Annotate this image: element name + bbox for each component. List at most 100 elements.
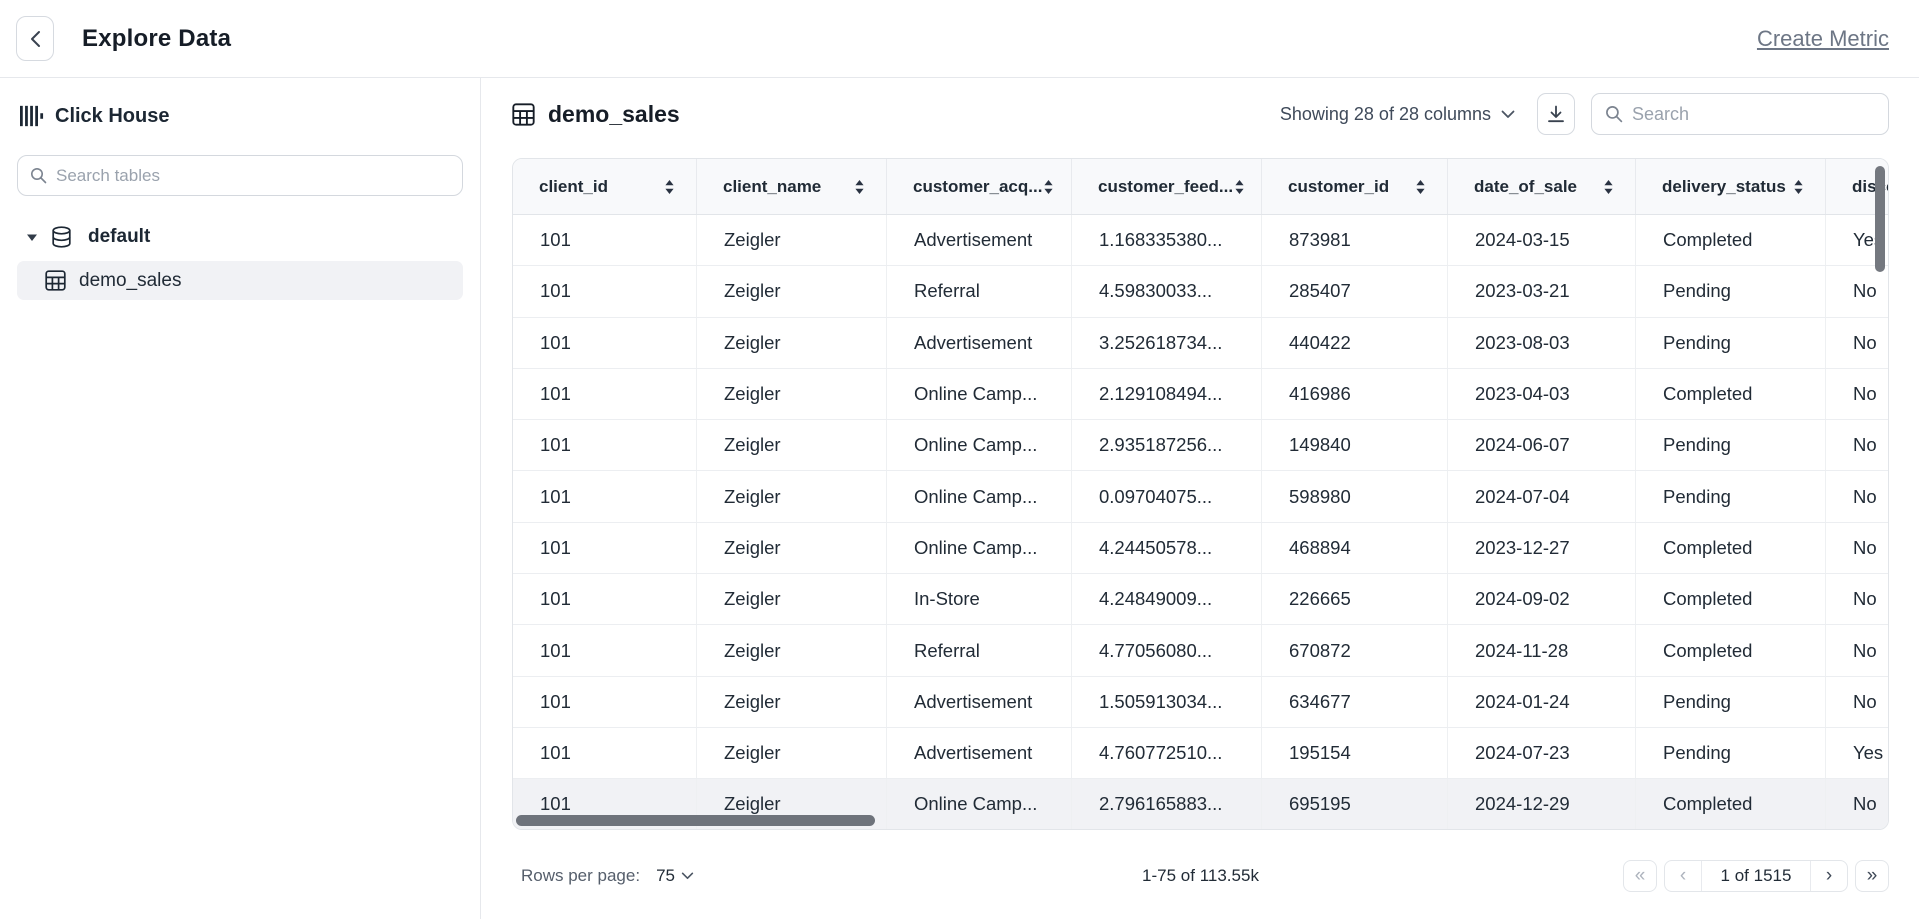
column-header[interactable]: delivery_status xyxy=(1636,159,1826,214)
table-cell: Pending xyxy=(1636,677,1826,727)
sidebar-search-box[interactable] xyxy=(17,155,463,196)
table-row[interactable]: 101ZeiglerOnline Camp...0.09704075...598… xyxy=(513,471,1889,522)
table-row[interactable]: 101ZeiglerOnline Camp...2.129108494...41… xyxy=(513,369,1889,420)
table-search-input[interactable] xyxy=(1632,104,1875,125)
table-cell: 101 xyxy=(513,471,697,521)
next-page-button[interactable]: › xyxy=(1811,861,1847,891)
table-cell: 149840 xyxy=(1262,420,1448,470)
table-cell: Online Camp... xyxy=(887,471,1072,521)
table-cell: 4.59830033... xyxy=(1072,266,1262,316)
table-cell: Zeigler xyxy=(697,266,887,316)
table-row[interactable]: 101ZeiglerAdvertisement1.168335380...873… xyxy=(513,215,1889,266)
sort-icon xyxy=(1042,179,1055,195)
table-search-box[interactable] xyxy=(1591,93,1889,135)
sidebar-search-input[interactable] xyxy=(56,166,450,186)
table-cell: 101 xyxy=(513,625,697,675)
download-icon xyxy=(1546,104,1566,124)
table-body: 101ZeiglerAdvertisement1.168335380...873… xyxy=(513,215,1888,830)
column-header-label: client_name xyxy=(723,177,821,197)
column-header[interactable]: client_name xyxy=(697,159,887,214)
table-cell: 670872 xyxy=(1262,625,1448,675)
column-header[interactable]: client_id xyxy=(513,159,697,214)
table-cell: 2023-03-21 xyxy=(1448,266,1636,316)
table-cell: 101 xyxy=(513,215,697,265)
data-table: client_id client_name customer_acq... custo… xyxy=(512,158,1889,830)
table-title: demo_sales xyxy=(548,101,680,128)
table-cell: No xyxy=(1826,318,1889,368)
table-cell: 101 xyxy=(513,677,697,727)
table-cell: 2.129108494... xyxy=(1072,369,1262,419)
sort-icon xyxy=(853,179,866,195)
table-cell: Advertisement xyxy=(887,215,1072,265)
table-grid-icon xyxy=(45,270,66,291)
table-cell: Advertisement xyxy=(887,728,1072,778)
row-range-text: 1-75 of 113.55k xyxy=(1142,866,1259,886)
table-cell: Completed xyxy=(1636,779,1826,829)
previous-page-button[interactable]: ‹ xyxy=(1665,861,1701,891)
columns-visibility-dropdown[interactable]: Showing 28 of 28 columns xyxy=(1280,104,1515,125)
table-cell: 440422 xyxy=(1262,318,1448,368)
vertical-scrollbar-thumb[interactable] xyxy=(1875,166,1885,272)
table-cell: No xyxy=(1826,625,1889,675)
table-header-row: client_id client_name customer_acq... custo… xyxy=(513,159,1889,215)
tree-database-row[interactable]: default xyxy=(17,220,463,254)
sidebar-item-demo-sales[interactable]: demo_sales xyxy=(17,261,463,300)
last-page-button[interactable]: » xyxy=(1855,860,1889,892)
table-row[interactable]: 101ZeiglerAdvertisement4.760772510...195… xyxy=(513,728,1889,779)
table-cell: Yes xyxy=(1826,728,1889,778)
chevron-left-icon: ‹ xyxy=(1680,865,1686,887)
table-row[interactable]: 101ZeiglerAdvertisement1.505913034...634… xyxy=(513,677,1889,728)
horizontal-scrollbar-thumb[interactable] xyxy=(516,815,875,826)
content-area: Click House default xyxy=(0,78,1919,919)
column-header[interactable]: customer_id xyxy=(1262,159,1448,214)
column-header-label: delivery_status xyxy=(1662,177,1786,197)
table-cell: Zeigler xyxy=(697,574,887,624)
table-row[interactable]: 101ZeiglerAdvertisement3.252618734...440… xyxy=(513,318,1889,369)
table-cell: 695195 xyxy=(1262,779,1448,829)
table-cell: Referral xyxy=(887,266,1072,316)
search-icon xyxy=(30,167,47,184)
table-cell: Completed xyxy=(1636,215,1826,265)
table-cell: Completed xyxy=(1636,369,1826,419)
column-header[interactable]: customer_acq... xyxy=(887,159,1072,214)
table-cell: 2024-12-29 xyxy=(1448,779,1636,829)
pagination: « ‹ 1 of 1515 › » xyxy=(1623,860,1889,892)
double-chevron-right-icon: » xyxy=(1867,865,1878,887)
column-header[interactable]: customer_feed... xyxy=(1072,159,1262,214)
datasource-row: Click House xyxy=(17,104,463,128)
table-row[interactable]: 101ZeiglerReferral4.59830033...285407202… xyxy=(513,266,1889,317)
top-header: Explore Data Create Metric xyxy=(0,0,1919,78)
table-cell: Online Camp... xyxy=(887,523,1072,573)
chevron-down-icon xyxy=(681,872,694,880)
create-metric-link[interactable]: Create Metric xyxy=(1757,26,1889,52)
download-button[interactable] xyxy=(1537,93,1575,135)
table-row[interactable]: 101ZeiglerReferral4.77056080...670872202… xyxy=(513,625,1889,676)
table-cell: 1.168335380... xyxy=(1072,215,1262,265)
table-row[interactable]: 101ZeiglerOnline Camp...4.24450578...468… xyxy=(513,523,1889,574)
table-cell: Completed xyxy=(1636,625,1826,675)
column-header-label: client_id xyxy=(539,177,608,197)
table-cell: Zeigler xyxy=(697,420,887,470)
table-cell: Online Camp... xyxy=(887,420,1072,470)
table-cell: 2024-09-02 xyxy=(1448,574,1636,624)
back-button[interactable] xyxy=(16,16,54,61)
column-header-label: customer_acq... xyxy=(913,177,1042,197)
table-cell: Zeigler xyxy=(697,318,887,368)
sort-icon xyxy=(1792,179,1805,195)
table-row[interactable]: 101ZeiglerIn-Store4.24849009...226665202… xyxy=(513,574,1889,625)
table-cell: Zeigler xyxy=(697,677,887,727)
table-cell: Advertisement xyxy=(887,677,1072,727)
first-page-button[interactable]: « xyxy=(1623,860,1657,892)
table-cell: 468894 xyxy=(1262,523,1448,573)
table-cell: 4.77056080... xyxy=(1072,625,1262,675)
chevron-left-icon xyxy=(30,30,41,48)
table-cell: Zeigler xyxy=(697,728,887,778)
table-cell: 101 xyxy=(513,523,697,573)
rows-per-page-select[interactable]: 75 xyxy=(656,866,694,886)
table-cell: Zeigler xyxy=(697,625,887,675)
column-header[interactable]: date_of_sale xyxy=(1448,159,1636,214)
page-indicator: 1 of 1515 xyxy=(1701,861,1811,891)
table-row[interactable]: 101ZeiglerOnline Camp...2.935187256...14… xyxy=(513,420,1889,471)
table-footer: Rows per page: 75 1-75 of 113.55k « ‹ xyxy=(512,859,1889,893)
search-icon xyxy=(1605,105,1623,123)
